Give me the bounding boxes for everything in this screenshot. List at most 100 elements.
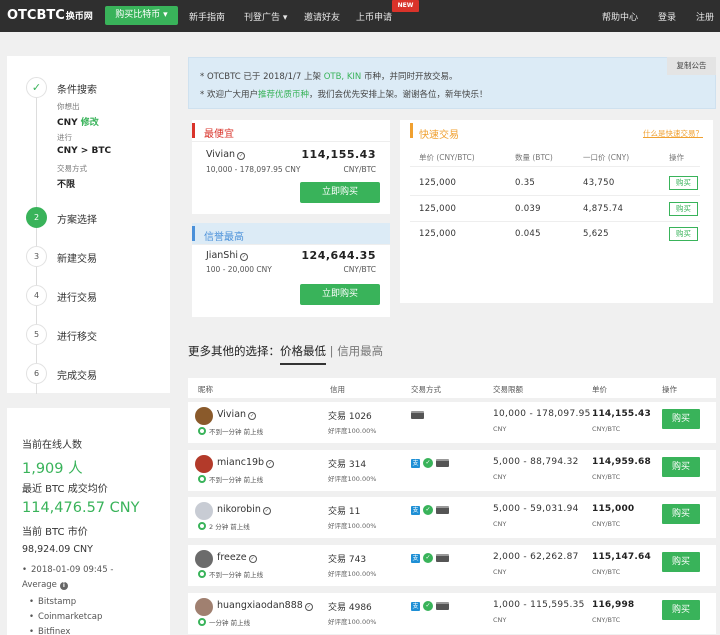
limit-currency: CNY xyxy=(493,425,507,433)
trusted-header: 信誉最高 xyxy=(192,223,390,245)
trade-count: 交易 1026 xyxy=(328,412,372,422)
cheapest-price: 114,155.43 xyxy=(301,148,376,161)
limit-currency: CNY xyxy=(493,473,507,481)
online-status: 2 分钟 前上线 xyxy=(198,521,250,531)
step-4-circle: 4 xyxy=(26,285,47,306)
edit-link[interactable]: 修改 xyxy=(81,118,99,128)
nav-login[interactable]: 登录 xyxy=(658,10,676,23)
seller-name[interactable]: nikorobin ✓ xyxy=(217,504,271,515)
cheapest-unit: CNY/BTC xyxy=(343,165,376,174)
buy-button[interactable]: 购买 xyxy=(662,600,700,620)
seller-name-text: Vivian xyxy=(217,409,247,420)
col-limit: 交易限额 xyxy=(493,385,523,394)
buy-button[interactable]: 购买 xyxy=(662,409,700,429)
quick-accent xyxy=(410,123,413,138)
step-5-circle: 5 xyxy=(26,324,47,345)
quick-row-2-price: 125,000 xyxy=(419,204,457,214)
recommend-coin-link[interactable]: 推荐优质币种 xyxy=(258,90,309,100)
notice-line-1: * OTCBTC 已于 2018/1/7 上架 OTB, KIN 币种，并同时开… xyxy=(200,70,457,82)
online-dot-icon xyxy=(198,427,206,435)
payment-methods: 支 ✓ xyxy=(411,505,452,516)
col-nickname: 昵称 xyxy=(198,385,213,394)
seller-name[interactable]: Vivian ✓ xyxy=(217,409,257,420)
site-logo[interactable]: OTCBTC换币网 xyxy=(7,8,93,23)
col-payment: 交易方式 xyxy=(411,385,441,394)
nav-invite-friends[interactable]: 邀请好友 xyxy=(304,10,340,23)
cheapest-seller[interactable]: Vivian ✓ xyxy=(206,149,246,160)
quick-col-price: 单价 (CNY/BTC) xyxy=(419,153,475,162)
step-1-title: 条件搜索 xyxy=(57,85,97,96)
buy-button[interactable]: 购买 xyxy=(662,504,700,524)
notice-1-pre: * OTCBTC 已于 2018/1/7 上架 xyxy=(200,72,324,82)
quick-row-2-buy-button[interactable]: 购买 xyxy=(669,202,698,216)
limit-currency: CNY xyxy=(493,520,507,528)
nav-register[interactable]: 注册 xyxy=(696,10,714,23)
online-status: 不到一分钟 前上线 xyxy=(198,474,263,484)
trusted-accent xyxy=(192,226,195,241)
nav-post-ad[interactable]: 刊登广告 ▾ xyxy=(244,10,287,23)
trade-limit: 5,000 - 88,794.32 xyxy=(493,457,579,467)
quick-row-1-price: 125,000 xyxy=(419,178,457,188)
average-label: Average xyxy=(22,580,57,590)
cheapest-buy-button[interactable]: 立即购买 xyxy=(300,182,380,203)
quick-row-1-buy-button[interactable]: 购买 xyxy=(669,176,698,190)
buy-bitcoin-dropdown[interactable]: 购买比特币 ▾ xyxy=(105,6,178,25)
quick-row-3-buy-button[interactable]: 购买 xyxy=(669,227,698,241)
notice-coin-link[interactable]: OTB, KIN xyxy=(324,72,362,82)
online-status-text: 不到一分钟 前上线 xyxy=(209,571,264,579)
trade-limit: 2,000 - 62,262.87 xyxy=(493,552,579,562)
cheapest-card: 最便宜 Vivian ✓ 114,155.43 10,000 - 178,097.… xyxy=(192,120,390,214)
avatar[interactable] xyxy=(195,455,213,473)
rating: 好评度100.00% xyxy=(328,618,377,626)
quick-row-3-price: 125,000 xyxy=(419,229,457,239)
trusted-seller[interactable]: JianShi ✓ xyxy=(206,250,248,261)
buy-button[interactable]: 购买 xyxy=(662,552,700,572)
source-coinmarketcap[interactable]: Coinmarketcap xyxy=(29,612,102,622)
top-navbar: OTCBTC换币网 购买比特币 ▾ 新手指南 刊登广告 ▾ 邀请好友 上币申请 … xyxy=(0,0,720,32)
col-action: 操作 xyxy=(662,385,677,394)
copy-notice-button[interactable]: 复制公告 xyxy=(667,57,716,75)
source-bitstamp[interactable]: Bitstamp xyxy=(29,597,76,607)
step-2-circle: 2 xyxy=(26,207,47,228)
nav-newbie-guide[interactable]: 新手指南 xyxy=(189,10,225,23)
nav-coin-listing[interactable]: 上币申请 xyxy=(356,10,392,23)
info-icon[interactable]: i xyxy=(59,582,68,590)
alipay-icon: 支 xyxy=(411,553,420,563)
step-2-title: 方案选择 xyxy=(57,215,97,226)
seller-name[interactable]: huangxiaodan888 ✓ xyxy=(217,600,313,611)
trade-count: 交易 11 xyxy=(328,507,361,517)
announcement-banner: * OTCBTC 已于 2018/1/7 上架 OTB, KIN 币种，并同时开… xyxy=(188,57,716,109)
seller-name[interactable]: freeze ✓ xyxy=(217,552,257,563)
buy-button[interactable]: 购买 xyxy=(662,457,700,477)
source-bitfinex[interactable]: Bitfinex xyxy=(29,627,70,635)
notice-line-2: * 欢迎广大用户推荐优质币种，我们会优先安排上架。谢谢各位，新年快乐！ xyxy=(200,88,487,100)
more-options-heading: 更多其他的选择：价格最低 | 信用最高 xyxy=(188,343,383,365)
avatar[interactable] xyxy=(195,407,213,425)
avatar[interactable] xyxy=(195,502,213,520)
online-status: 不到一分钟 前上线 xyxy=(198,569,263,579)
bank-card-icon xyxy=(436,554,449,562)
seller-name-text: mianc19b xyxy=(217,457,265,468)
trusted-buy-button[interactable]: 立即购买 xyxy=(300,284,380,305)
cheapest-seller-name: Vivian xyxy=(206,149,236,160)
verified-icon: ✓ xyxy=(304,603,313,611)
tab-lowest-price[interactable]: 价格最低 xyxy=(280,344,326,365)
price-unit: CNY/BTC xyxy=(592,473,621,481)
verified-icon: ✓ xyxy=(266,460,275,468)
tab-highest-credit[interactable]: 信用最高 xyxy=(337,344,383,358)
quick-help-link[interactable]: 什么是快速交易？ xyxy=(643,128,703,139)
divider xyxy=(410,221,700,222)
trade-limit: 10,000 - 178,097.95 xyxy=(493,409,591,419)
rating: 好评度100.00% xyxy=(328,427,377,435)
avatar[interactable] xyxy=(195,598,213,616)
notice-2-pre: * 欢迎广大用户 xyxy=(200,90,258,100)
limit-currency: CNY xyxy=(493,616,507,624)
seller-name[interactable]: mianc19b ✓ xyxy=(217,457,275,468)
step-6-circle: 6 xyxy=(26,363,47,384)
verified-icon: ✓ xyxy=(248,555,257,563)
nav-help-center[interactable]: 帮助中心 xyxy=(602,10,638,23)
rating: 好评度100.00% xyxy=(328,570,377,578)
price-unit: CNY/BTC xyxy=(592,520,621,528)
seller-name-text: nikorobin xyxy=(217,504,261,515)
avatar[interactable] xyxy=(195,550,213,568)
